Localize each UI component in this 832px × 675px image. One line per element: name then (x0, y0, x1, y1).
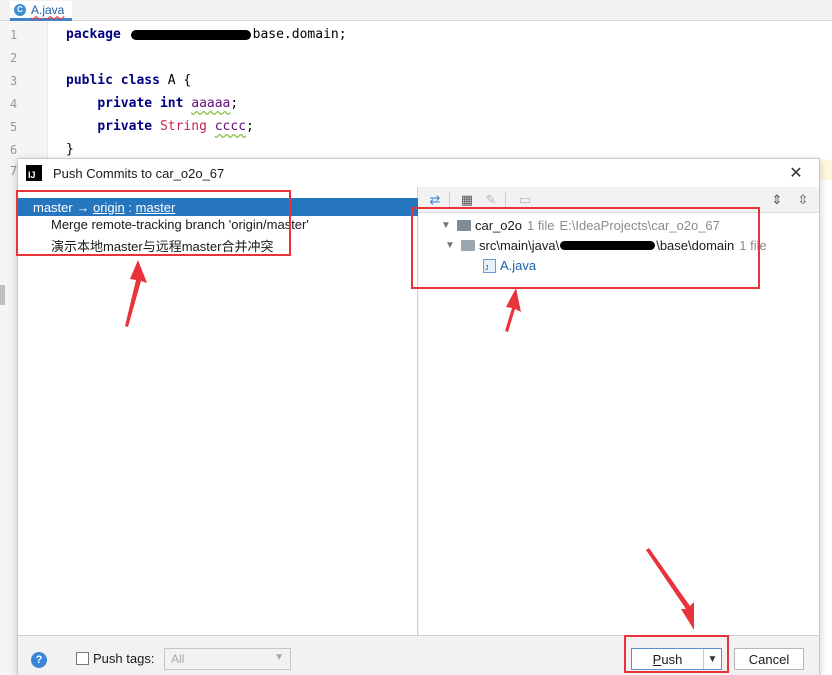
semicolon: ; (246, 119, 254, 134)
class-decl: A { (159, 73, 192, 88)
semicolon: ; (230, 96, 239, 111)
field-name: cccc (214, 119, 247, 134)
group-by-icon[interactable]: ▦ (459, 192, 475, 208)
dialog-title: Push Commits to car_o2o_67 (53, 165, 225, 181)
line-number: 3 (10, 74, 18, 88)
editor-tab-a-java[interactable]: C A.java (10, 1, 73, 21)
keyword: package (66, 27, 121, 42)
code-line-class[interactable]: public class A { (66, 73, 191, 88)
dialog-title-bar[interactable]: IJ Push Commits to car_o2o_67 ✕ (18, 159, 819, 187)
field-name: aaaaa (191, 96, 231, 111)
help-icon[interactable]: ? (31, 652, 47, 668)
line-number: 2 (10, 51, 18, 65)
chevron-down-icon: ▼ (274, 652, 284, 663)
package-name: base.domain; (252, 27, 347, 42)
side-stripe (0, 285, 5, 305)
line-number: 5 (10, 120, 18, 134)
line-number: 6 (10, 143, 18, 157)
close-button[interactable]: ✕ (787, 164, 805, 182)
type-name: String (159, 119, 207, 134)
editor-tab-bar: C A.java (0, 0, 832, 21)
cancel-button[interactable]: Cancel (734, 648, 804, 670)
toolbar-separator (449, 192, 450, 208)
keyword: class (120, 73, 160, 88)
keyword: private (97, 119, 153, 134)
keyword: private (97, 96, 153, 111)
toolbar-separator (505, 192, 506, 208)
annotation-box-changes (411, 207, 760, 289)
expand-all-icon[interactable]: ⇕ (769, 192, 785, 208)
preview-icon[interactable]: ▭ (517, 192, 533, 208)
code-line-close-brace[interactable]: } (66, 142, 74, 157)
line-number: 4 (10, 97, 18, 111)
edit-source-icon[interactable]: ✎ (483, 192, 499, 208)
java-class-icon: C (14, 3, 26, 16)
code-line-package[interactable]: package base.domain; (66, 27, 347, 42)
push-tags-label: Push tags: (93, 651, 155, 666)
code-line-field-int[interactable]: private int aaaaa; (66, 96, 238, 111)
closing-brace: } (66, 142, 74, 157)
show-diff-icon[interactable]: ⇄ (427, 192, 443, 208)
line-number: 1 (10, 28, 18, 42)
intellij-app-icon: IJ (26, 165, 42, 181)
keyword: public (66, 73, 113, 88)
collapse-all-icon[interactable]: ⇳ (795, 192, 811, 208)
select-value: All (171, 652, 185, 666)
push-tags-select[interactable]: All ▼ (164, 648, 291, 670)
code-line-field-string[interactable]: private String cccc; (66, 119, 254, 134)
annotation-box-commits (16, 190, 291, 256)
annotation-box-push (624, 635, 729, 673)
redaction-mark (130, 29, 251, 40)
push-tags-checkbox[interactable] (76, 652, 89, 665)
keyword: int (159, 96, 184, 111)
editor-tab-label: A.java (31, 2, 65, 17)
